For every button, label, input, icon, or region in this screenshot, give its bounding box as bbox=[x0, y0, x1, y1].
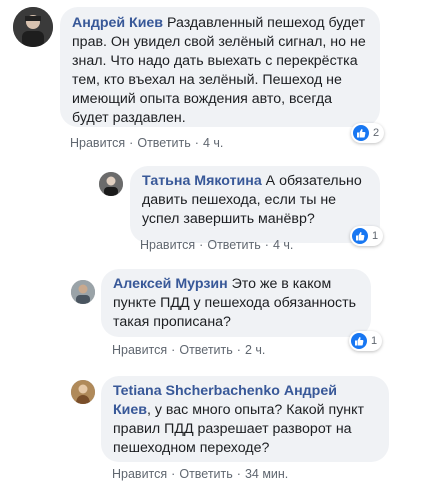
comment-bubble: Андрей Киев Раздавленный пешеход будет п… bbox=[60, 7, 380, 127]
comment-text: , у вас много опыта? Какой пункт правил … bbox=[113, 402, 364, 456]
avatar[interactable] bbox=[99, 172, 123, 196]
comment-actions: Нравится · Ответить · 2 ч. bbox=[112, 343, 265, 357]
comment-author[interactable]: Андрей Киев bbox=[72, 15, 163, 31]
like-reaction-icon bbox=[353, 125, 369, 141]
avatar[interactable] bbox=[13, 7, 53, 47]
timestamp[interactable]: 4 ч. bbox=[273, 238, 293, 252]
like-link[interactable]: Нравится bbox=[140, 238, 195, 252]
reaction-count[interactable]: 2 bbox=[351, 123, 385, 143]
comment-actions: Нравится · Ответить · 4 ч. bbox=[70, 136, 223, 150]
comment-bubble: Татьна Мякотина А обязательно давить пеш… bbox=[130, 166, 380, 243]
comment-author[interactable]: Tetiana Shcherbachenko bbox=[113, 383, 280, 399]
like-link[interactable]: Нравится bbox=[112, 467, 167, 481]
reply-link[interactable]: Ответить bbox=[137, 136, 190, 150]
reaction-number: 2 bbox=[373, 127, 380, 139]
like-reaction-icon bbox=[352, 228, 368, 244]
comment-actions: Нравится · Ответить · 34 мин. bbox=[112, 467, 288, 481]
separator: · bbox=[236, 343, 241, 357]
like-link[interactable]: Нравится bbox=[70, 136, 125, 150]
timestamp[interactable]: 34 мин. bbox=[245, 467, 288, 481]
reaction-number: 1 bbox=[372, 230, 379, 242]
separator: · bbox=[129, 136, 134, 150]
avatar[interactable] bbox=[71, 280, 95, 304]
reply-link[interactable]: Ответить bbox=[179, 467, 232, 481]
timestamp[interactable]: 4 ч. bbox=[203, 136, 223, 150]
comment-text: Раздавленный пешеход будет прав. Он увид… bbox=[72, 15, 366, 126]
separator: · bbox=[194, 136, 199, 150]
comment-bubble: Tetiana Shcherbachenko Андрей Киев, у ва… bbox=[101, 376, 389, 462]
like-reaction-icon bbox=[351, 333, 367, 349]
comment-actions: Нравится · Ответить · 4 ч. bbox=[140, 238, 293, 252]
reaction-number: 1 bbox=[371, 335, 378, 347]
like-link[interactable]: Нравится bbox=[112, 343, 167, 357]
separator: · bbox=[171, 467, 176, 481]
separator: · bbox=[236, 467, 241, 481]
avatar[interactable] bbox=[71, 380, 95, 404]
reply-link[interactable]: Ответить bbox=[179, 343, 232, 357]
separator: · bbox=[199, 238, 204, 252]
comment-author[interactable]: Татьна Мякотина bbox=[142, 173, 262, 189]
comment-bubble: Алексей Мурзин Это же в каком пункте ПДД… bbox=[101, 269, 371, 337]
reaction-count[interactable]: 1 bbox=[350, 226, 384, 246]
separator: · bbox=[264, 238, 269, 252]
reply-link[interactable]: Ответить bbox=[207, 238, 260, 252]
separator: · bbox=[171, 343, 176, 357]
reaction-count[interactable]: 1 bbox=[349, 331, 383, 351]
comment-author[interactable]: Алексей Мурзин bbox=[113, 276, 228, 292]
timestamp[interactable]: 2 ч. bbox=[245, 343, 265, 357]
